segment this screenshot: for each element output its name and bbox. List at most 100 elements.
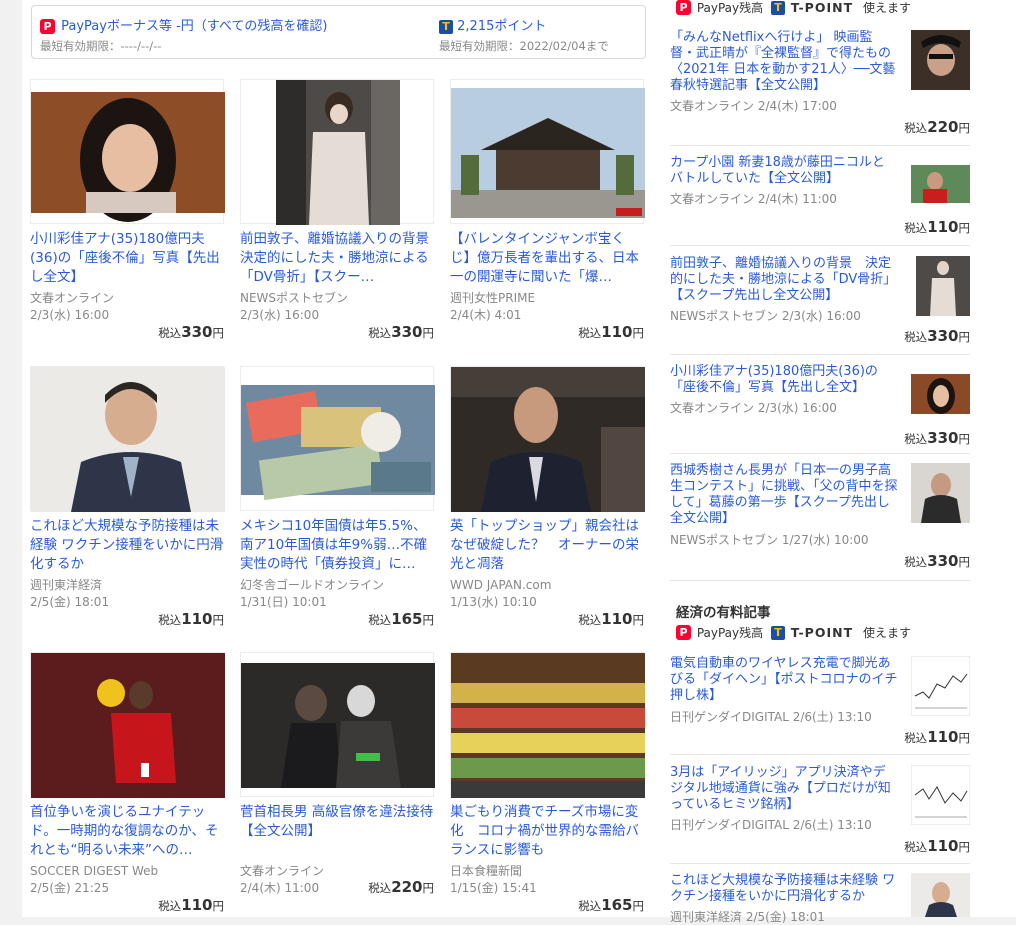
tpoint-balance[interactable]: 2,215ポイント 最短有効期限：2022/02/04まで bbox=[439, 15, 609, 54]
side-article-title[interactable]: 西城秀樹さん長男が「日本一の男子高生コンテスト」に挑戦、「父の背中を探して」葛藤… bbox=[670, 463, 898, 527]
tpoint-icon bbox=[770, 625, 785, 640]
side-article-title[interactable]: 電気自動車のワイヤレス充電で脚光あびる「ダイヘン」【ポストコロナのイチ押し株】 bbox=[670, 656, 898, 704]
woman-portrait-image bbox=[911, 374, 970, 414]
street-woman-image bbox=[276, 80, 400, 225]
side-article-thumbnail[interactable] bbox=[911, 30, 970, 90]
separator bbox=[670, 863, 970, 864]
payment-methods-header: P PayPay残高 T-POINT 使えます bbox=[676, 0, 911, 17]
young-man-image bbox=[911, 463, 970, 523]
side-article-title[interactable]: 「みんなNetflixへ行けよ」 映画監督・武正晴が『全裸監督』で得たもの〈20… bbox=[670, 30, 898, 94]
side-article-title[interactable]: 小川彩佳アナ(35)180億円夫(36)の「座後不倫」写真【先出し全文】 bbox=[670, 364, 898, 396]
tpoint-balance-link[interactable]: 2,215ポイント bbox=[457, 19, 546, 34]
tpoint-icon bbox=[770, 0, 785, 15]
separator bbox=[670, 580, 970, 581]
side-article-thumbnail[interactable] bbox=[911, 165, 970, 203]
side-article-thumbnail[interactable] bbox=[911, 873, 970, 917]
tpoint-icon bbox=[439, 19, 453, 34]
article-source: SOCCER DIGEST Web bbox=[30, 864, 159, 878]
article-card[interactable]: 巣ごもり消費でチーズ市場に変化 コロナ禍が世界的な需給バランスに影響も 日本食糧… bbox=[450, 652, 645, 914]
article-thumbnail[interactable] bbox=[450, 79, 645, 224]
director-portrait-image bbox=[911, 30, 970, 90]
article-source: NEWSポストセブン bbox=[240, 291, 349, 305]
soccer-player-image bbox=[31, 653, 225, 798]
side-article-thumbnail[interactable] bbox=[916, 256, 970, 316]
article-title[interactable]: 前田敦子、離婚協議入りの背景 決定的にした夫・勝地涼による「DV骨折」【スクー… bbox=[240, 230, 434, 288]
article-source: 週刊東洋経済 bbox=[30, 578, 103, 592]
side-article-meta: 日刊ゲンダイDIGITAL 2/6(土) 13:10 bbox=[670, 710, 872, 724]
side-article-thumbnail[interactable] bbox=[910, 764, 971, 826]
article-thumbnail[interactable] bbox=[240, 79, 434, 225]
paypay-balance-link[interactable]: PayPayボーナス等 -円（すべての残高を確認) bbox=[61, 19, 327, 34]
article-price: 税込165円 bbox=[368, 610, 434, 628]
article-card[interactable]: 【バレンタインジャンボ宝くじ】億万長者を輩出する、日本一の開運寺に聞いた「爆… … bbox=[450, 79, 645, 341]
side-article-title[interactable]: 3月は「アイリッジ」アプリ決済やデジタル地域通貨に強み【プロだけが知っているヒミ… bbox=[670, 765, 898, 813]
paypay-expiry: 最短有効期限：----/--/-- bbox=[40, 39, 162, 53]
sidebar: P PayPay残高 T-POINT 使えます 「みんなNetflixへ行けよ」… bbox=[654, 0, 1016, 924]
side-article-title[interactable]: 前田敦子、離婚協議入りの背景 決定的にした夫・勝地涼による「DV骨折」【スクープ… bbox=[670, 256, 898, 304]
article-title[interactable]: 【バレンタインジャンボ宝くじ】億万長者を輩出する、日本一の開運寺に聞いた「爆… bbox=[450, 230, 644, 288]
article-thumbnail[interactable] bbox=[240, 652, 435, 797]
side-article-price: 税込110円 bbox=[904, 728, 970, 746]
paypay-icon: P bbox=[676, 625, 691, 640]
stock-chart-image bbox=[910, 655, 971, 717]
side-article-meta: 文春オンライン 2/4(木) 17:00 bbox=[670, 99, 837, 113]
side-article-thumbnail[interactable] bbox=[910, 655, 971, 717]
article-thumbnail[interactable] bbox=[450, 652, 645, 798]
payment-methods-header: P PayPay残高 T-POINT 使えます bbox=[676, 624, 911, 642]
man-portrait-image bbox=[911, 873, 970, 917]
paypay-balance[interactable]: P PayPayボーナス等 -円（すべての残高を確認) 最短有効期限：----/… bbox=[40, 15, 327, 54]
article-date: 2/5(金) 18:01 bbox=[30, 595, 110, 609]
article-date: 2/3(水) 16:00 bbox=[240, 308, 320, 322]
woman-portrait-image bbox=[31, 92, 225, 222]
man-portrait-image bbox=[31, 367, 225, 512]
side-article-price: 税込220円 bbox=[904, 118, 970, 136]
side-article-meta: 文春オンライン 2/3(水) 16:00 bbox=[670, 401, 837, 415]
side-article-thumbnail[interactable] bbox=[911, 374, 970, 414]
paypay-icon: P bbox=[40, 19, 55, 34]
tpoint-expiry: 最短有効期限：2022/02/04まで bbox=[439, 39, 609, 53]
article-card[interactable]: 前田敦子、離婚協議入りの背景 決定的にした夫・勝地涼による「DV骨折」【スクー…… bbox=[240, 79, 434, 341]
article-thumbnail[interactable] bbox=[30, 366, 225, 512]
article-title[interactable]: メキシコ10年国債は年5.5%、南ア10年国債は年9%弱…不確実性の時代「債券投… bbox=[240, 517, 434, 575]
side-article-meta: NEWSポストセブン 1/27(水) 10:00 bbox=[670, 533, 869, 547]
side-article-thumbnail[interactable] bbox=[911, 463, 970, 523]
side-article-price: 税込110円 bbox=[904, 837, 970, 855]
article-title[interactable]: 菅首相長男 高級官僚を違法接待【全文公開】 bbox=[240, 803, 434, 861]
article-card[interactable]: 小川彩佳アナ(35)180億円夫(36)の「座後不倫」写真【先出し全文】 文春オ… bbox=[30, 79, 225, 341]
article-thumbnail[interactable] bbox=[240, 366, 435, 511]
article-price: 税込110円 bbox=[158, 610, 224, 628]
article-title[interactable]: 英「トップショップ」親会社はなぜ破綻した？ オーナーの栄光と凋落 bbox=[450, 517, 644, 575]
article-price: 税込330円 bbox=[368, 323, 434, 341]
points-summary-box: P PayPayボーナス等 -円（すべての残高を確認) 最短有効期限：----/… bbox=[31, 5, 646, 59]
separator bbox=[670, 245, 970, 246]
stock-chart-image bbox=[910, 764, 971, 826]
separator bbox=[670, 145, 970, 146]
side-article-price: 税込330円 bbox=[904, 429, 970, 447]
article-thumbnail[interactable] bbox=[30, 652, 225, 798]
article-thumbnail[interactable] bbox=[450, 366, 645, 512]
article-date: 1/13(水) 10:10 bbox=[450, 595, 537, 609]
article-title[interactable]: 首位争いを演じるユナイテッド。一時期的な復調なのか、それとも“明るい未来”への… bbox=[30, 803, 224, 861]
article-title[interactable]: 巣ごもり消費でチーズ市場に変化 コロナ禍が世界的な需給バランスに影響も bbox=[450, 803, 644, 861]
article-card[interactable]: メキシコ10年国債は年5.5%、南ア10年国債は年9%弱…不確実性の時代「債券投… bbox=[240, 366, 435, 628]
article-title[interactable]: これほど大規模な予防接種は未経験 ワクチン接種をいかに円滑化するか bbox=[30, 517, 224, 575]
article-price: 税込165円 bbox=[578, 896, 644, 914]
article-card[interactable]: 首位争いを演じるユナイテッド。一時期的な復調なのか、それとも“明るい未来”への…… bbox=[30, 652, 225, 914]
article-thumbnail[interactable] bbox=[30, 79, 225, 224]
article-price: 税込110円 bbox=[158, 896, 224, 914]
article-price: 税込110円 bbox=[578, 323, 644, 341]
article-card[interactable]: 菅首相長男 高級官僚を違法接待【全文公開】 文春オンライン 2/4(木) 11:… bbox=[240, 652, 435, 897]
article-card[interactable]: 英「トップショップ」親会社はなぜ破綻した？ オーナーの栄光と凋落 WWD JAP… bbox=[450, 366, 645, 628]
article-card[interactable]: これほど大規模な予防接種は未経験 ワクチン接種をいかに円滑化するか 週刊東洋経済… bbox=[30, 366, 225, 628]
side-article-title[interactable]: これほど大規模な予防接種は未経験 ワクチン接種をいかに円滑化するか bbox=[670, 873, 898, 905]
side-article-title[interactable]: カープ小園 新妻18歳が藤田ニコルとバトルしていた【全文公開】 bbox=[670, 155, 898, 187]
article-price: 税込330円 bbox=[158, 323, 224, 341]
temple-image bbox=[451, 88, 645, 218]
article-source: WWD JAPAN.com bbox=[450, 578, 552, 592]
street-woman-image bbox=[916, 256, 970, 316]
side-article-meta: 日刊ゲンダイDIGITAL 2/6(土) 13:10 bbox=[670, 818, 872, 832]
article-date: 1/31(日) 10:01 bbox=[240, 595, 327, 609]
article-title[interactable]: 小川彩佳アナ(35)180億円夫(36)の「座後不倫」写真【先出し全文】 bbox=[30, 230, 224, 288]
separator bbox=[670, 453, 970, 454]
article-price: 税込220円 bbox=[368, 878, 434, 896]
